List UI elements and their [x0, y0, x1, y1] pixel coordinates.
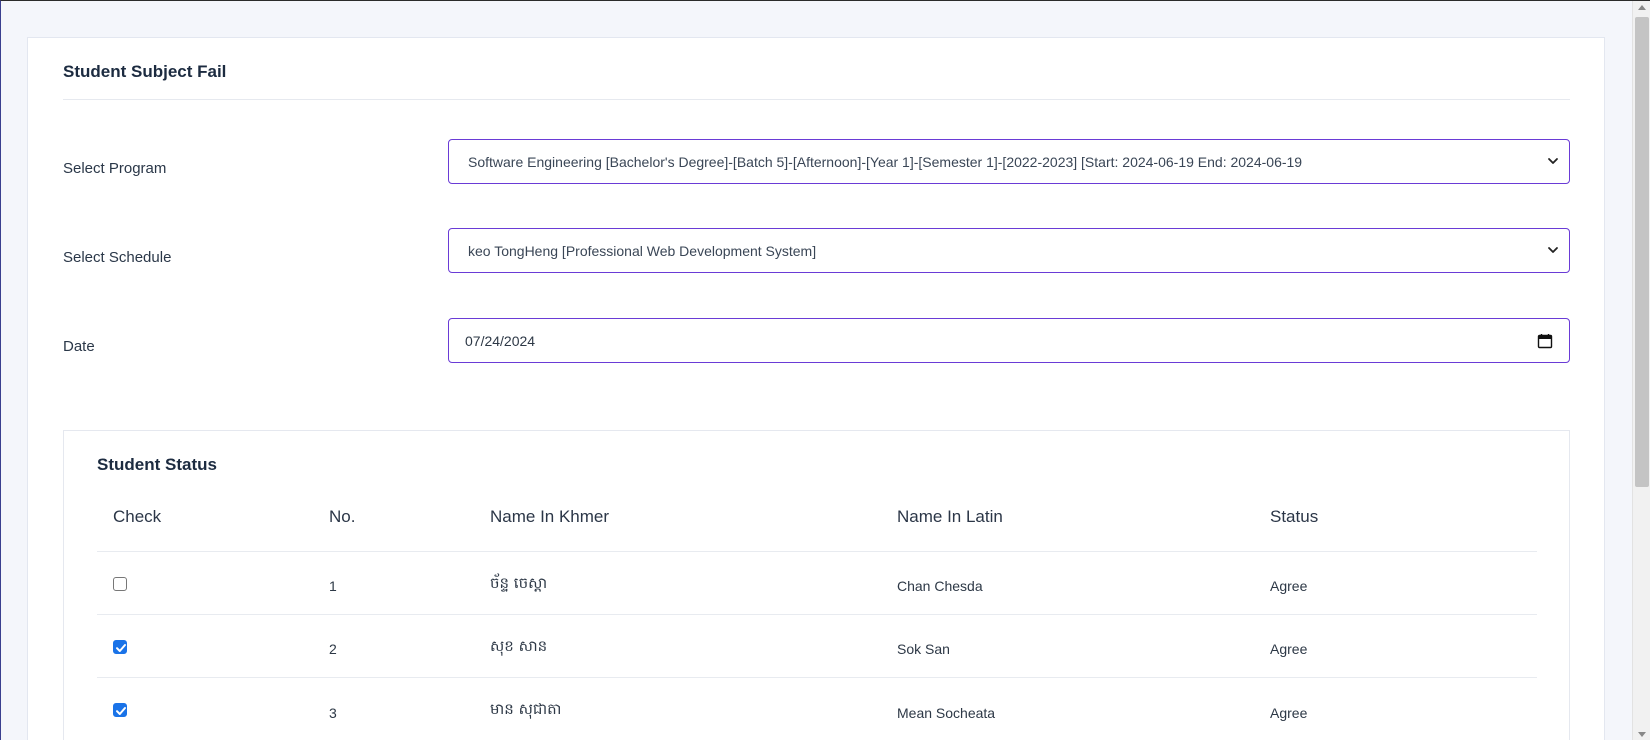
scroll-down-arrow-icon[interactable] [1638, 732, 1646, 737]
chevron-down-icon [1548, 158, 1558, 164]
row-number: 3 [329, 705, 337, 721]
calendar-icon[interactable] [1537, 333, 1553, 349]
scrollbar-thumb[interactable] [1635, 17, 1649, 487]
row-name-latin: Mean Socheata [897, 705, 996, 721]
chevron-down-icon [1548, 247, 1558, 253]
student-status-title: Student Status [97, 455, 217, 474]
column-header-name-latin: Name In Latin [897, 507, 1003, 526]
row-name-latin: Sok San [897, 641, 950, 657]
schedule-select-value: keo TongHeng [Professional Web Developme… [468, 242, 817, 259]
schedule-select[interactable]: keo TongHeng [Professional Web Developme… [448, 228, 1570, 273]
date-input[interactable]: 07/24/2024 [448, 318, 1570, 363]
row-number: 1 [329, 578, 337, 594]
row-checkbox[interactable] [113, 703, 127, 717]
row-number: 2 [329, 641, 337, 657]
column-header-check: Check [113, 507, 162, 526]
select-schedule-label: Select Schedule [63, 249, 172, 266]
column-header-status: Status [1270, 507, 1319, 526]
row-checkbox[interactable] [113, 640, 127, 654]
row-name-khmer: មាន សុជាតា [490, 700, 562, 718]
program-select[interactable]: Software Engineering [Bachelor's Degree]… [448, 139, 1570, 184]
row-status: Agree [1270, 641, 1308, 657]
title-divider [63, 99, 1570, 100]
row-name-latin: Chan Chesda [897, 578, 983, 594]
checkmark-icon [116, 644, 126, 652]
select-program-label: Select Program [63, 160, 167, 177]
row-status: Agree [1270, 578, 1308, 594]
student-subject-fail-card: Student Subject Fail Select Program Soft… [27, 37, 1605, 740]
row-name-khmer: សុខ សាន [490, 637, 548, 655]
row-divider [97, 677, 1537, 678]
page-title: Student Subject Fail [63, 62, 227, 81]
row-checkbox[interactable] [113, 577, 127, 591]
program-select-value: Software Engineering [Bachelor's Degree]… [468, 153, 1303, 170]
row-name-khmer: ច័ន្ទ ចេស្ដា [490, 574, 548, 592]
student-status-card: Student Status Check No. Name In Khmer N… [63, 430, 1570, 740]
checkmark-icon [116, 707, 126, 715]
row-status: Agree [1270, 705, 1308, 721]
date-input-value: 07/24/2024 [465, 332, 536, 349]
vertical-scrollbar[interactable] [1632, 1, 1650, 740]
column-header-name-khmer: Name In Khmer [490, 507, 610, 526]
row-divider [97, 614, 1537, 615]
scroll-up-arrow-icon[interactable] [1638, 5, 1646, 10]
column-header-no: No. [329, 507, 356, 526]
date-label: Date [63, 338, 95, 355]
header-divider [97, 551, 1537, 552]
